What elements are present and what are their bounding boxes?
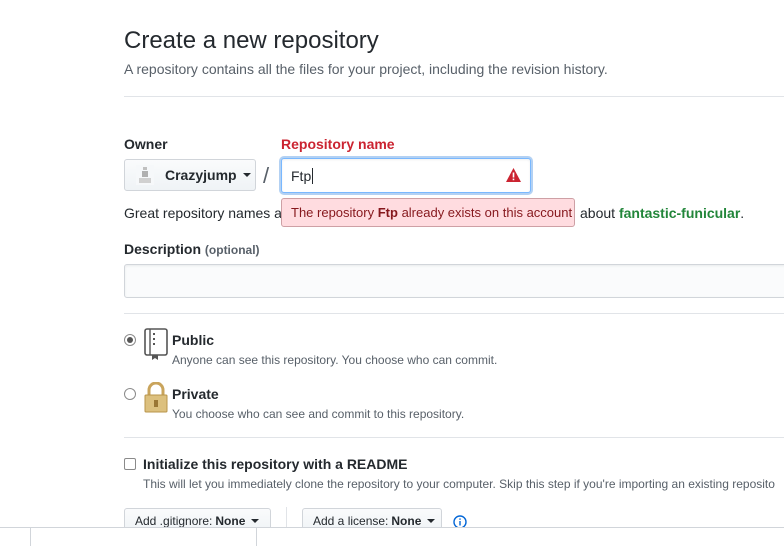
- repo-name-hint: Great repository names ar: [124, 205, 287, 221]
- user-avatar-icon: [135, 165, 155, 185]
- readme-option-title: Initialize this repository with a README: [143, 456, 408, 472]
- gitignore-value: None: [215, 514, 246, 528]
- divider: [124, 313, 784, 314]
- owner-repo-separator: /: [263, 163, 270, 188]
- gitignore-prefix: Add .gitignore:: [135, 514, 213, 528]
- status-bar-divider: [256, 528, 257, 546]
- page-subtitle: A repository contains all the files for …: [124, 61, 608, 77]
- private-radio[interactable]: [124, 388, 136, 400]
- divider: [124, 96, 784, 97]
- chevron-down-icon: [427, 519, 436, 523]
- browser-status-bar: [0, 527, 784, 546]
- chevron-down-icon: [251, 519, 260, 523]
- owner-label: Owner: [124, 136, 168, 152]
- repo-name-value: Ftp: [291, 167, 312, 184]
- readme-option-desc: This will let you immediately clone the …: [143, 477, 775, 491]
- owner-select-button[interactable]: Crazyjump: [124, 159, 256, 191]
- readme-checkbox[interactable]: [124, 458, 136, 470]
- optional-tag: (optional): [204, 243, 260, 257]
- description-label: Description (optional): [124, 241, 260, 257]
- page-title: Create a new repository: [124, 27, 379, 54]
- public-option-title: Public: [172, 332, 215, 348]
- private-option-title: Private: [172, 386, 219, 402]
- repo-book-icon: [143, 328, 169, 365]
- license-prefix: Add a license:: [313, 514, 389, 528]
- warning-triangle-icon: [505, 167, 522, 186]
- private-option-desc: You choose who can see and commit to thi…: [172, 407, 465, 421]
- license-value: None: [391, 514, 422, 528]
- repo-name-hint-tail: about fantastic-funicular.: [580, 205, 744, 221]
- error-text-before: The repository: [291, 205, 375, 220]
- repo-name-label: Repository name: [281, 136, 395, 152]
- name-suggestion-link[interactable]: fantastic-funicular: [619, 205, 740, 221]
- chevron-down-icon: [242, 173, 251, 177]
- divider: [124, 437, 784, 438]
- hint-suffix: about: [580, 205, 616, 221]
- repo-exists-error: The repository Ftp already exists on thi…: [281, 198, 575, 227]
- public-option-desc: Anyone can see this repository. You choo…: [172, 353, 498, 367]
- status-bar-divider: [30, 528, 31, 546]
- hint-period: .: [740, 205, 745, 221]
- hint-prefix: Great repository names ar: [124, 205, 287, 221]
- description-label-text: Description: [124, 241, 202, 257]
- error-text-after: already exists on this account: [401, 205, 573, 220]
- repo-name-input[interactable]: Ftp: [281, 158, 531, 193]
- description-input[interactable]: [124, 264, 784, 298]
- text-cursor: [312, 167, 314, 184]
- error-repo-name: Ftp: [377, 205, 398, 220]
- owner-name: Crazyjump: [165, 167, 237, 183]
- public-radio[interactable]: [124, 334, 136, 346]
- lock-icon: [143, 381, 169, 419]
